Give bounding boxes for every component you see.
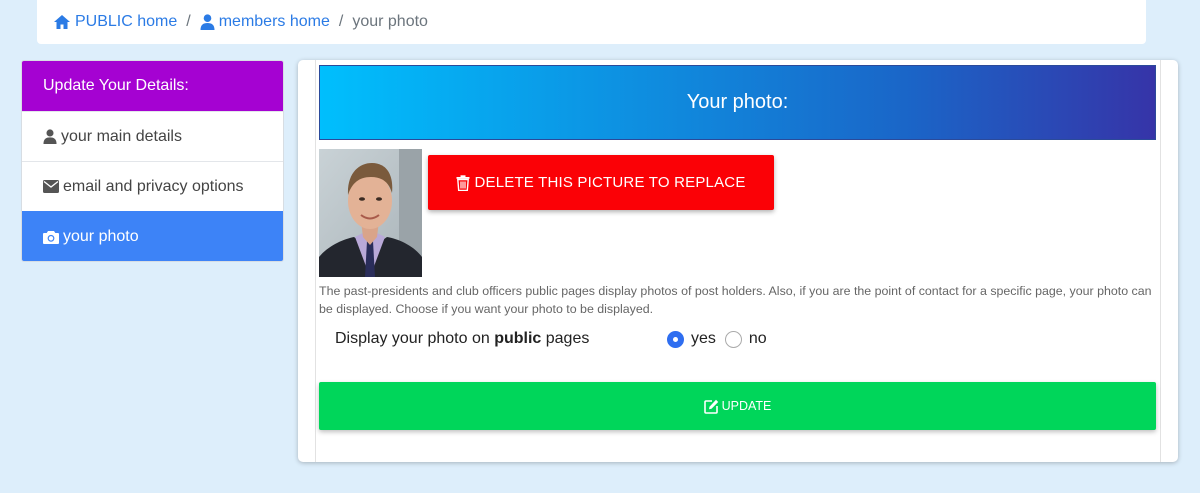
delete-button-label: DELETE THIS PICTURE TO REPLACE xyxy=(474,174,746,191)
delete-picture-button[interactable]: DELETE THIS PICTURE TO REPLACE xyxy=(428,155,774,210)
sidebar-item-email-privacy[interactable]: email and privacy options xyxy=(22,161,283,211)
breadcrumb-separator: / xyxy=(186,13,191,30)
page-title: Your photo: xyxy=(319,65,1156,140)
display-label-suffix: pages xyxy=(541,330,590,347)
breadcrumb-label: members home xyxy=(218,13,330,30)
breadcrumb-current: your photo xyxy=(352,13,428,30)
radio-yes[interactable] xyxy=(667,330,684,348)
home-icon xyxy=(54,15,70,29)
sidebar-item-label: your main details xyxy=(61,127,182,145)
radio-no[interactable] xyxy=(724,330,742,348)
sidebar-item-main-details[interactable]: your main details xyxy=(22,111,283,161)
sidebar-item-label: email and privacy options xyxy=(63,177,244,195)
radio-yes-label[interactable]: yes xyxy=(691,330,716,348)
user-icon xyxy=(43,129,57,144)
breadcrumb: PUBLIC home / members home / your photo xyxy=(37,0,1146,44)
trash-icon xyxy=(456,174,470,191)
edit-icon xyxy=(703,399,718,414)
breadcrumb-public-home-link[interactable]: PUBLIC home xyxy=(53,13,177,31)
sidebar-heading: Update Your Details: xyxy=(22,61,283,111)
camera-icon xyxy=(43,230,59,244)
profile-photo-image xyxy=(319,149,422,277)
update-button[interactable]: UPDATE xyxy=(319,382,1156,430)
radio-no-label[interactable]: no xyxy=(749,330,767,348)
card-divider xyxy=(1160,60,1161,462)
sidebar-item-your-photo[interactable]: your photo xyxy=(22,211,283,261)
breadcrumb-label: PUBLIC home xyxy=(75,13,178,30)
user-icon xyxy=(200,14,215,30)
display-photo-setting: Display your photo on public pages yes n… xyxy=(335,328,1135,350)
profile-photo xyxy=(319,149,422,277)
envelope-icon xyxy=(43,180,59,193)
card-divider xyxy=(315,60,316,462)
sidebar-item-label: your photo xyxy=(63,227,139,245)
display-label-bold: public xyxy=(494,330,542,347)
update-button-label: UPDATE xyxy=(721,399,772,413)
sidebar: Update Your Details: your main details e… xyxy=(21,60,284,262)
breadcrumb-separator: / xyxy=(338,13,344,30)
display-label-prefix: Display your photo on xyxy=(335,330,495,347)
photo-card: Your photo: DELETE THIS PICTURE TO REPLA… xyxy=(298,60,1178,462)
display-photo-label: Display your photo on public pages xyxy=(335,330,589,348)
photo-help-text: The past-presidents and club officers pu… xyxy=(319,284,1152,316)
breadcrumb-members-home-link[interactable]: members home xyxy=(200,13,330,31)
display-photo-radio-group: yes no xyxy=(667,330,776,348)
